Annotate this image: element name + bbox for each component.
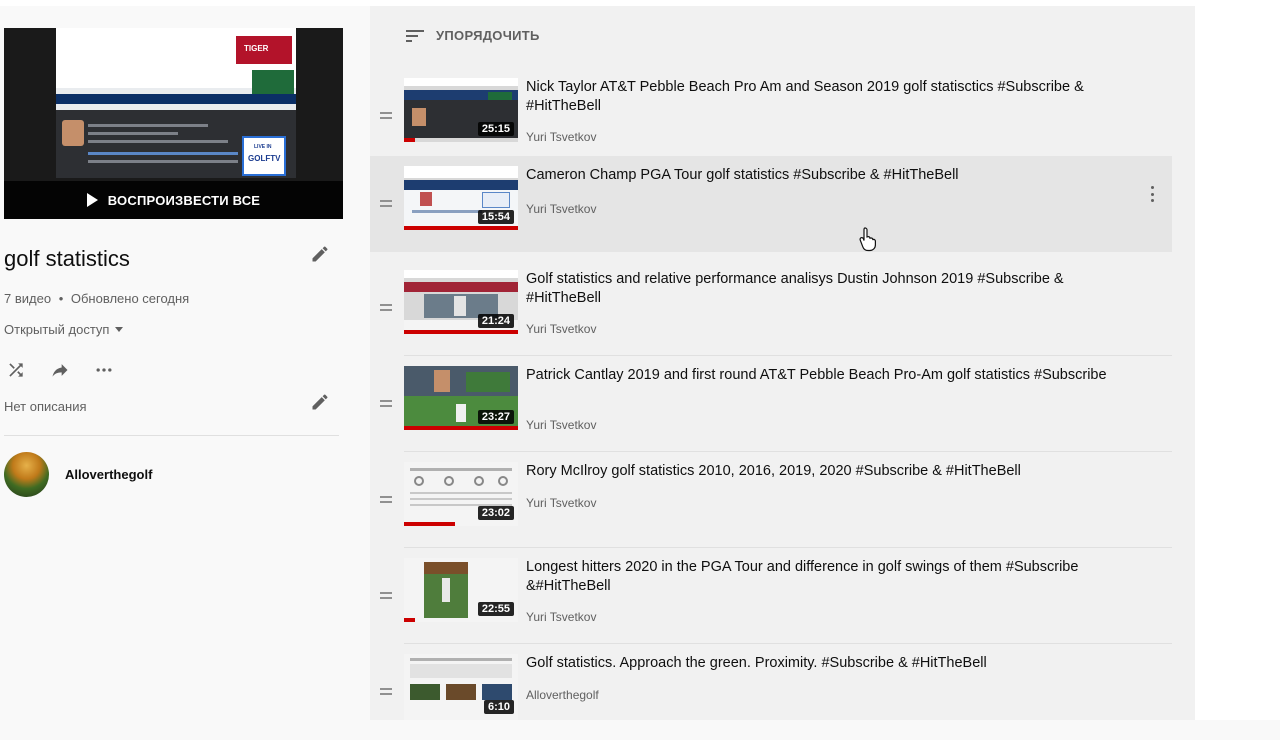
list-item[interactable]: 15:54 Cameron Champ PGA Tour golf statis… <box>370 156 1172 252</box>
watch-progress <box>404 522 456 526</box>
video-thumbnail[interactable]: 25:15 <box>404 78 518 142</box>
video-title[interactable]: Cameron Champ PGA Tour golf statistics #… <box>526 166 1126 185</box>
video-title[interactable]: Nick Taylor AT&T Pebble Beach Pro Am and… <box>526 78 1126 116</box>
video-channel[interactable]: Yuri Tsvetkov <box>526 130 596 144</box>
drag-handle-icon[interactable] <box>380 400 392 408</box>
golftv-badge: LIVE IN GOLFTV <box>242 136 286 176</box>
video-channel[interactable]: Yuri Tsvetkov <box>526 496 596 510</box>
hand-cursor-icon <box>859 227 876 252</box>
drag-handle-icon[interactable] <box>380 496 392 504</box>
video-title[interactable]: Golf statistics and relative performance… <box>526 270 1126 308</box>
pencil-icon[interactable] <box>310 244 330 264</box>
playlist-sidebar: TIGER LIVE IN GOLFTV ВОСПРОИЗВЕСТИ ВСЕ g… <box>0 6 355 720</box>
pencil-icon[interactable] <box>310 392 330 412</box>
avatar[interactable] <box>4 452 49 497</box>
thumbnail-screenshot: TIGER LIVE IN GOLFTV <box>56 28 296 178</box>
shuffle-icon[interactable] <box>4 358 28 382</box>
watch-progress <box>404 138 416 142</box>
watch-progress <box>404 330 518 334</box>
owner-name[interactable]: Alloverthegolf <box>65 467 152 482</box>
list-item[interactable]: 6:10 Golf statistics. Approach the green… <box>370 644 1172 740</box>
play-icon <box>86 193 98 207</box>
privacy-dropdown[interactable]: Открытый доступ <box>4 322 124 337</box>
video-thumbnail[interactable]: 6:10 <box>404 654 518 720</box>
list-item[interactable]: 25:15 Nick Taylor AT&T Pebble Beach Pro … <box>370 68 1172 164</box>
video-title[interactable]: Rory McIlroy golf statistics 2010, 2016,… <box>526 462 1126 481</box>
list-item[interactable]: 22:55 Longest hitters 2020 in the PGA To… <box>370 548 1172 644</box>
playlist-video-list: УПОРЯДОЧИТЬ 25:15 Nick Taylor AT&T Pebbl… <box>370 6 1195 720</box>
list-item[interactable]: 23:27 Patrick Cantlay 2019 and first rou… <box>370 356 1172 452</box>
meta-separator: • <box>58 291 64 306</box>
list-item[interactable]: 21:24 Golf statistics and relative perfo… <box>370 260 1172 356</box>
tiger-ad: TIGER <box>236 36 292 64</box>
video-duration: 15:54 <box>477 210 514 224</box>
privacy-label: Открытый доступ <box>4 322 110 337</box>
video-duration: 21:24 <box>477 314 514 328</box>
playlist-actions <box>4 358 116 382</box>
video-channel[interactable]: Yuri Tsvetkov <box>526 322 596 336</box>
video-title[interactable]: Patrick Cantlay 2019 and first round AT&… <box>526 366 1126 385</box>
video-channel[interactable]: Yuri Tsvetkov <box>526 418 596 432</box>
video-duration: 6:10 <box>483 700 514 714</box>
share-icon[interactable] <box>48 358 72 382</box>
playlist-thumbnail[interactable]: TIGER LIVE IN GOLFTV ВОСПРОИЗВЕСТИ ВСЕ <box>4 28 343 219</box>
video-duration: 22:55 <box>477 602 514 616</box>
playlist-title: golf statistics <box>4 246 130 271</box>
sort-label: УПОРЯДОЧИТЬ <box>436 28 540 43</box>
watch-progress <box>404 618 416 622</box>
more-vertical-icon[interactable] <box>1149 186 1155 202</box>
video-thumbnail[interactable]: 15:54 <box>404 166 518 230</box>
play-all-button[interactable]: ВОСПРОИЗВЕСТИ ВСЕ <box>4 181 343 219</box>
chevron-down-icon <box>115 327 124 332</box>
right-gutter <box>1195 0 1280 720</box>
video-title[interactable]: Longest hitters 2020 in the PGA Tour and… <box>526 558 1126 596</box>
watch-progress <box>404 226 518 230</box>
sort-icon <box>406 29 426 43</box>
divider <box>4 435 339 436</box>
list-item[interactable]: 23:02 Rory McIlroy golf statistics 2010,… <box>370 452 1172 548</box>
video-title[interactable]: Golf statistics. Approach the green. Pro… <box>526 654 1126 673</box>
video-duration: 25:15 <box>477 122 514 136</box>
drag-handle-icon[interactable] <box>380 592 392 600</box>
playlist-description: Нет описания <box>4 399 87 414</box>
playlist-stats: 7 видео • Обновлено сегодня <box>4 291 189 306</box>
video-duration: 23:02 <box>477 506 514 520</box>
drag-handle-icon[interactable] <box>380 112 392 120</box>
video-thumbnail[interactable]: 23:27 <box>404 366 518 430</box>
video-thumbnail[interactable]: 23:02 <box>404 462 518 526</box>
more-horizontal-icon[interactable] <box>92 358 116 382</box>
video-thumbnail[interactable]: 22:55 <box>404 558 518 622</box>
watch-progress <box>404 426 518 430</box>
drag-handle-icon[interactable] <box>380 200 392 208</box>
drag-handle-icon[interactable] <box>380 688 392 696</box>
updated-text: Обновлено сегодня <box>70 291 190 306</box>
sort-button[interactable]: УПОРЯДОЧИТЬ <box>406 28 540 43</box>
video-duration: 23:27 <box>477 410 514 424</box>
video-channel[interactable]: Yuri Tsvetkov <box>526 202 596 216</box>
video-thumbnail[interactable]: 21:24 <box>404 270 518 334</box>
play-all-label: ВОСПРОИЗВЕСТИ ВСЕ <box>107 192 261 208</box>
drag-handle-icon[interactable] <box>380 304 392 312</box>
video-count: 7 видео <box>4 291 52 306</box>
video-channel[interactable]: Alloverthegolf <box>526 688 599 702</box>
video-channel[interactable]: Yuri Tsvetkov <box>526 610 596 624</box>
